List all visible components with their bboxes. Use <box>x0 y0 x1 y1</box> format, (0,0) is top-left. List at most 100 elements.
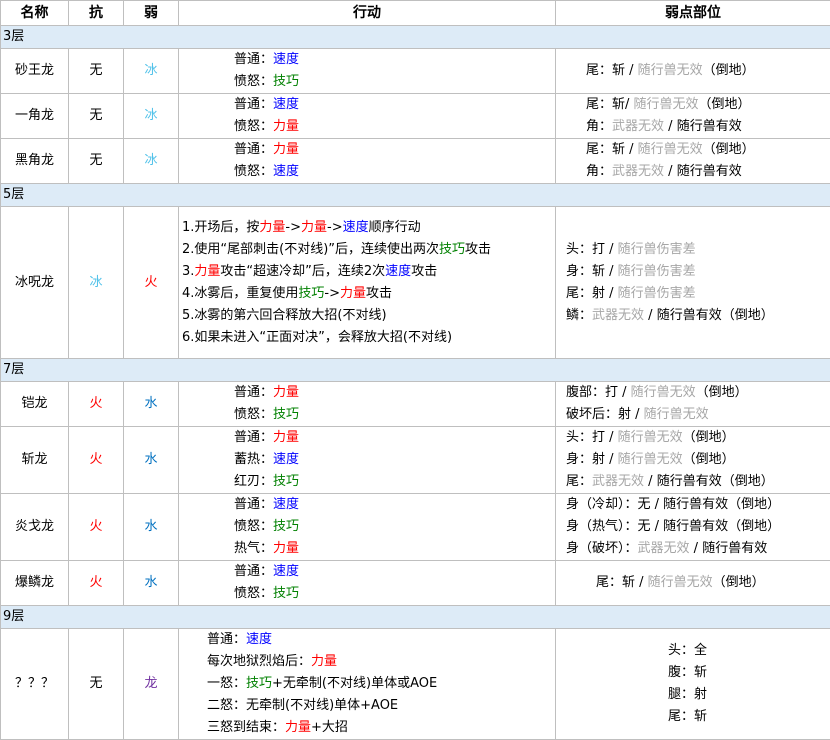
down-note: （倒地） <box>728 497 780 512</box>
tag-speed: 速度 <box>273 564 299 579</box>
resist-cell: 无 <box>69 139 124 184</box>
resist-cell: 无 <box>69 94 124 139</box>
action-text: 4.冰雾后，重复使用 <box>182 286 298 301</box>
pet-note: 随行兽伤害差 <box>618 286 696 301</box>
action-text: 二怒：无牵制(不对线)单体+AOE <box>207 695 555 717</box>
weak-part-cell: 腹部：打 / 随行兽无效（倒地） 破坏后：射 / 随行兽无效 <box>556 382 830 427</box>
action-text: 1.开场后，按 <box>182 220 259 235</box>
table-row: 铠龙 火 水 普通：力量 愤怒：技巧 腹部：打 / 随行兽无效（倒地） 破坏后：… <box>1 382 830 427</box>
resist-cell: 火 <box>69 561 124 606</box>
action-text: 攻击 <box>465 242 491 257</box>
pet-note: 随行兽有效 <box>657 474 722 489</box>
weak-cell: 水 <box>124 382 179 427</box>
action-text: 每次地狱烈焰后： <box>207 654 311 669</box>
action-text: 普通： <box>207 632 246 647</box>
pet-note: 随行兽无效 <box>618 430 683 445</box>
monster-name: 砂王龙 <box>1 49 69 94</box>
part-text: 尾： <box>566 474 592 489</box>
pet-note: 随行兽无效 <box>648 575 713 590</box>
floor-label: 7层 <box>1 359 830 382</box>
part-text: 头：打 / <box>566 242 618 257</box>
pet-note: 随行兽无效 <box>638 63 703 78</box>
down-note: （倒地） <box>703 63 755 78</box>
action-text: 攻击 <box>411 264 437 279</box>
label-angry: 愤怒： <box>234 119 273 134</box>
resist-cell: 无 <box>69 49 124 94</box>
weapon-note: 武器无效 <box>592 308 644 323</box>
action-cell: 普通：速度 愤怒：技巧 热气：力量 <box>179 494 556 561</box>
tag-power: 力量 <box>273 142 299 157</box>
weapon-note: 武器无效 <box>592 474 644 489</box>
resist-cell: 无 <box>69 629 124 740</box>
part-text: 腹：斩 <box>668 662 830 684</box>
part-text: 头：打 / <box>566 430 618 445</box>
pet-note: 随行兽有效 <box>663 497 728 512</box>
part-text: 尾：斩 / <box>586 142 638 157</box>
weak-part-cell: 尾：斩/ 随行兽无效（倒地） 角：武器无效 / 随行兽有效 <box>556 94 830 139</box>
weak-cell: 水 <box>124 427 179 494</box>
monster-name: 斩龙 <box>1 427 69 494</box>
monster-name: 冰呪龙 <box>1 207 69 359</box>
down-note: （倒地） <box>728 519 780 534</box>
weapon-note: 武器无效 <box>612 119 664 134</box>
weak-cell: 冰 <box>124 94 179 139</box>
label-normal: 普通： <box>234 430 273 445</box>
table-row: 斩龙 火 水 普通：力量 蓄热：速度 红刃：技巧 头：打 / 随行兽无效（倒地）… <box>1 427 830 494</box>
monster-name: 爆鳞龙 <box>1 561 69 606</box>
part-text: 鳞： <box>566 308 592 323</box>
resist-cell: 冰 <box>69 207 124 359</box>
down-note: （倒地） <box>722 474 774 489</box>
part-text: 角： <box>586 119 612 134</box>
label-normal: 普通： <box>234 385 273 400</box>
resist-cell: 火 <box>69 382 124 427</box>
table-row: 一角龙 无 冰 普通：速度 愤怒：力量 尾：斩/ 随行兽无效（倒地） 角：武器无… <box>1 94 830 139</box>
tag-speed: 速度 <box>385 264 411 279</box>
tag-skill: 技巧 <box>246 676 272 691</box>
label-normal: 普通： <box>234 142 273 157</box>
tag-speed: 速度 <box>273 97 299 112</box>
tag-skill: 技巧 <box>273 586 299 601</box>
part-text: 腹部：打 / <box>566 385 631 400</box>
action-text: 一怒： <box>207 676 246 691</box>
weak-part-cell: 身（冷却）：无 / 随行兽有效（倒地） 身（热气）：无 / 随行兽有效（倒地） … <box>556 494 830 561</box>
part-text: 腿：射 <box>668 684 830 706</box>
action-text: +无牵制(不对线)单体或AOE <box>272 676 437 691</box>
part-text: 头：全 <box>668 640 830 662</box>
weapon-note: 武器无效 <box>612 164 664 179</box>
tag-power: 力量 <box>259 220 285 235</box>
label-normal: 普通： <box>234 564 273 579</box>
down-note: （倒地） <box>722 308 774 323</box>
tag-skill: 技巧 <box>273 519 299 534</box>
monster-name: 黑角龙 <box>1 139 69 184</box>
tag-speed: 速度 <box>273 164 299 179</box>
part-text: 尾：射 / <box>566 286 618 301</box>
tag-power: 力量 <box>273 385 299 400</box>
weak-cell: 水 <box>124 561 179 606</box>
action-text: 5.冰雾的第六回合释放大招(不对线) <box>182 305 555 327</box>
pet-note: 随行兽伤害差 <box>618 264 696 279</box>
action-text: 6.如果未进入“正面对决”，会释放大招(不对线) <box>182 327 555 349</box>
header-action: 行动 <box>179 1 556 26</box>
down-note: （倒地） <box>696 385 748 400</box>
tag-power: 力量 <box>273 430 299 445</box>
weak-part-cell: 尾：斩 / 随行兽无效（倒地） <box>556 49 830 94</box>
action-cell: 普通：速度 愤怒：技巧 <box>179 561 556 606</box>
part-text: 尾：斩/ <box>586 97 634 112</box>
table-row: 爆鳞龙 火 水 普通：速度 愤怒：技巧 尾：斩 / 随行兽无效（倒地） <box>1 561 830 606</box>
weak-cell: 冰 <box>124 49 179 94</box>
label-angry: 愤怒： <box>234 164 273 179</box>
weak-part-cell: 尾：斩 / 随行兽无效（倒地） <box>556 561 830 606</box>
resist-cell: 火 <box>69 427 124 494</box>
pet-note: 随行兽无效 <box>638 142 703 157</box>
part-text: 身（破坏）： <box>566 541 638 556</box>
tag-speed: 速度 <box>273 452 299 467</box>
tag-skill: 技巧 <box>273 74 299 89</box>
label-heat: 蓄热： <box>234 452 273 467</box>
action-text: +大招 <box>311 720 348 735</box>
down-note: （倒地） <box>683 452 735 467</box>
tag-power: 力量 <box>285 720 311 735</box>
part-text: 身（冷却）：无 / <box>566 497 663 512</box>
tag-speed: 速度 <box>246 632 272 647</box>
pet-note: 随行兽无效 <box>644 407 709 422</box>
monster-name: 一角龙 <box>1 94 69 139</box>
